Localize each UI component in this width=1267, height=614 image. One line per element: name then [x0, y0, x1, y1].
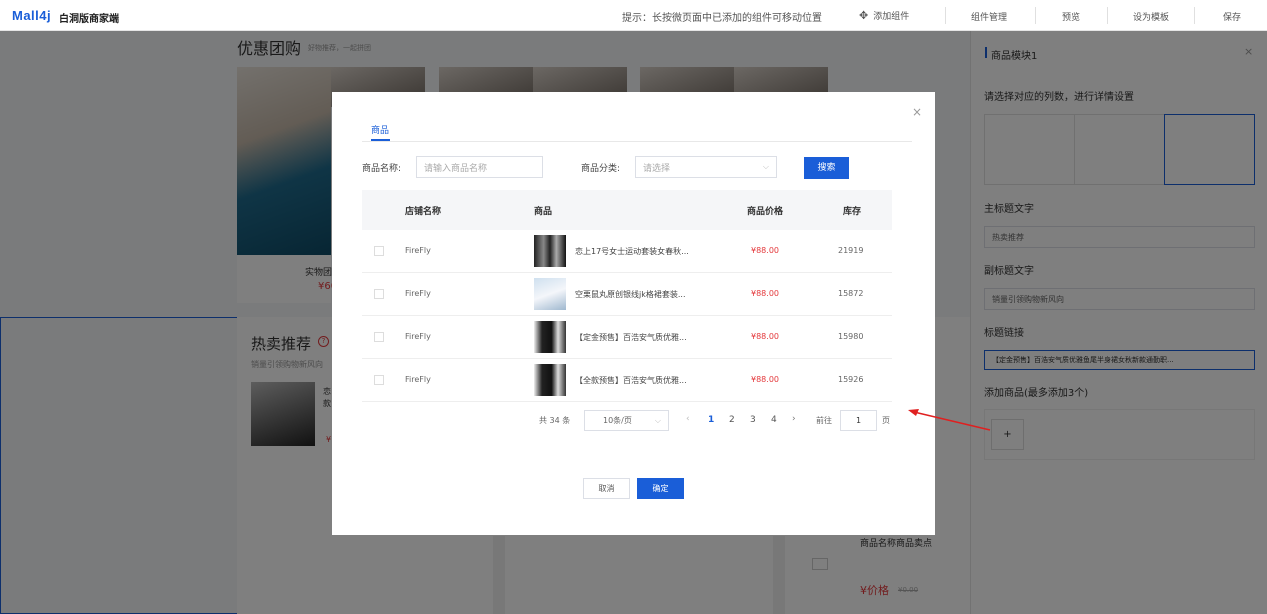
table-header [362, 190, 892, 230]
logo: Mall4j [12, 8, 52, 23]
product-thumbnail [534, 364, 566, 396]
col-header-stock: 库存 [843, 207, 862, 217]
name-filter-placeholder: 请输入商品名称 [424, 163, 488, 174]
goto-label: 前往 [816, 416, 832, 425]
tip-text: 提示：长按微页面中已添加的组件可移动位置 [622, 13, 822, 24]
col-header-shop: 店铺名称 [405, 207, 442, 217]
row-stock: 15926 [838, 375, 864, 384]
cancel-label: 取消 [598, 484, 615, 493]
goto-page-value: 1 [855, 416, 862, 425]
move-icon: ✥ [859, 9, 869, 22]
product-thumbnail [534, 235, 566, 267]
page-2[interactable]: 2 [729, 415, 735, 425]
close-icon[interactable]: × [912, 105, 922, 119]
row-shop: FireFly [405, 332, 431, 341]
set-template-button[interactable]: 设为模板 [1133, 10, 1169, 23]
tab-products[interactable]: 商品 [371, 123, 389, 136]
page-size-select[interactable]: 10条/页 ⌵ [584, 410, 669, 431]
annotation-arrow [908, 409, 991, 431]
page-1[interactable]: 1 [708, 415, 714, 425]
confirm-label: 确定 [652, 484, 669, 493]
row-price: ¥88.00 [751, 332, 779, 341]
goto-page-input[interactable]: 1 [840, 410, 877, 431]
row-checkbox[interactable] [374, 246, 384, 256]
row-shop: FireFly [405, 246, 431, 255]
row-price: ¥88.00 [751, 246, 779, 255]
prev-page-icon[interactable]: ‹ [686, 414, 690, 424]
row-product: 空栗鼠丸原创银线jk格裙套装... [575, 290, 686, 299]
category-filter-label: 商品分类: [581, 164, 621, 174]
preview-button[interactable]: 预览 [1062, 10, 1080, 23]
col-header-price: 商品价格 [747, 207, 784, 217]
row-checkbox[interactable] [374, 289, 384, 299]
confirm-button[interactable]: 确定 [637, 478, 684, 499]
component-manage-button[interactable]: 组件管理 [971, 10, 1007, 23]
row-checkbox[interactable] [374, 332, 384, 342]
product-thumbnail [534, 321, 566, 353]
row-stock: 21919 [838, 246, 864, 255]
app-subtitle: 白洞版商家端 [59, 14, 119, 25]
chevron-down-icon: ⌵ [762, 162, 769, 171]
divider [1194, 7, 1195, 24]
row-stock: 15872 [838, 289, 864, 298]
add-component-button[interactable]: ✥ 添加组件 [859, 9, 909, 22]
col-header-product: 商品 [534, 207, 553, 217]
row-product: 恋上17号女士运动套装女春秋... [575, 247, 689, 256]
pagination-total: 共 34 条 [539, 416, 571, 425]
save-button[interactable]: 保存 [1223, 10, 1241, 23]
row-shop: FireFly [405, 289, 431, 298]
row-product: 【定金预售】百浩安气质优雅... [575, 333, 687, 342]
search-button[interactable]: 搜索 [804, 157, 849, 179]
page-unit: 页 [882, 416, 890, 425]
row-product: 【全款预售】百浩安气质优雅... [575, 376, 687, 385]
divider [1107, 7, 1108, 24]
category-placeholder: 请选择 [643, 163, 671, 174]
next-page-icon[interactable]: › [792, 414, 796, 424]
cancel-button[interactable]: 取消 [583, 478, 630, 499]
product-select-modal: × 商品 商品名称: 请输入商品名称 商品分类: 请选择 ⌵ 搜索 店铺名称 商品… [332, 92, 935, 535]
row-price: ¥88.00 [751, 289, 779, 298]
divider [1035, 7, 1036, 24]
top-bar: Mall4j 白洞版商家端 提示：长按微页面中已添加的组件可移动位置 ✥ 添加组件… [0, 0, 1267, 31]
chevron-down-icon: ⌵ [654, 415, 661, 425]
add-component-label: 添加组件 [873, 12, 910, 22]
page-4[interactable]: 4 [771, 415, 777, 425]
row-price: ¥88.00 [751, 375, 779, 384]
divider [945, 7, 946, 24]
tab-divider [362, 141, 912, 142]
row-shop: FireFly [405, 375, 431, 384]
page-3[interactable]: 3 [750, 415, 756, 425]
row-checkbox[interactable] [374, 375, 384, 385]
search-button-label: 搜索 [817, 163, 836, 173]
row-stock: 15980 [838, 332, 864, 341]
name-filter-label: 商品名称: [362, 164, 402, 174]
product-thumbnail [534, 278, 566, 310]
page-size-value: 10条/页 [603, 416, 632, 425]
category-select[interactable]: 请选择 ⌵ [635, 156, 777, 178]
name-filter-input[interactable]: 请输入商品名称 [416, 156, 543, 178]
